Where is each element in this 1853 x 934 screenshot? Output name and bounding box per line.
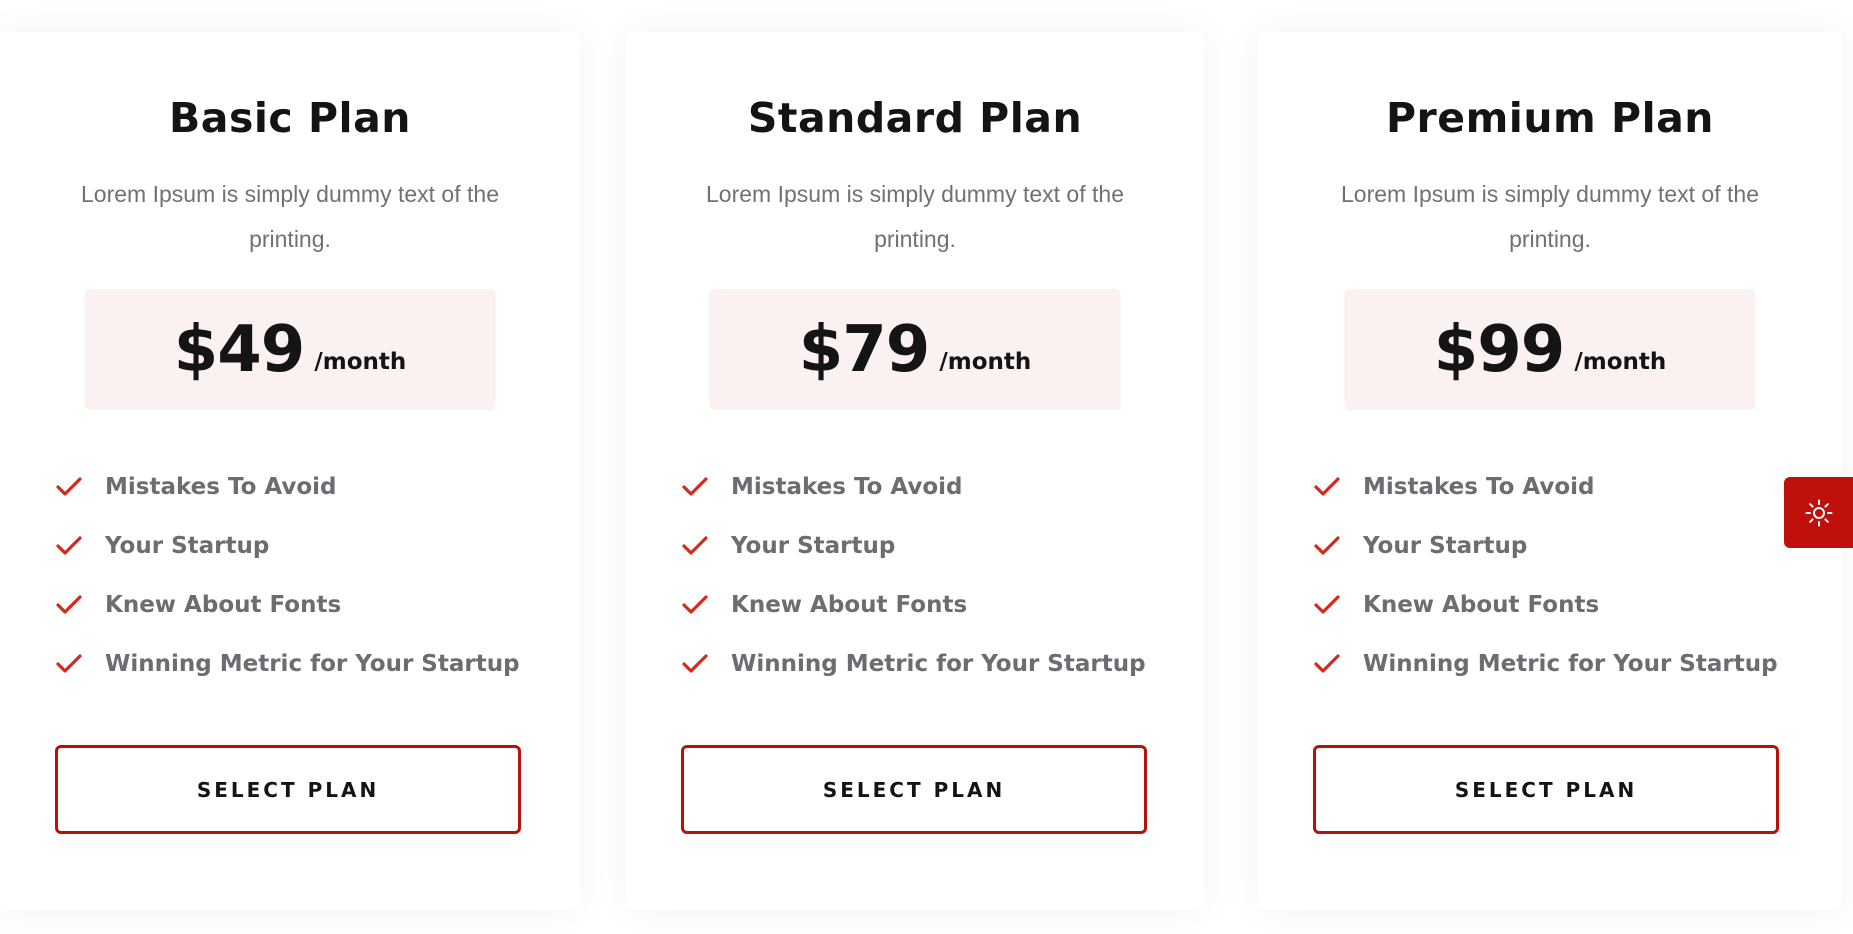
pricing-card-standard: Standard Plan Lorem Ipsum is simply dumm… xyxy=(626,32,1204,910)
feature-item: Winning Metric for Your Startup xyxy=(1313,634,1778,693)
check-icon xyxy=(56,653,82,673)
feature-item: Your Startup xyxy=(681,516,1146,575)
sun-icon xyxy=(1805,499,1832,526)
feature-label: Winning Metric for Your Startup xyxy=(105,650,520,677)
check-icon xyxy=(1314,535,1340,555)
feature-item: Mistakes To Avoid xyxy=(681,457,1146,516)
feature-item: Knew About Fonts xyxy=(1313,575,1778,634)
feature-list: Mistakes To Avoid Your Startup Knew Abou… xyxy=(681,457,1146,693)
feature-item: Mistakes To Avoid xyxy=(1313,457,1778,516)
price-period: /month xyxy=(314,348,407,375)
feature-item: Winning Metric for Your Startup xyxy=(681,634,1146,693)
feature-item: Knew About Fonts xyxy=(55,575,520,634)
feature-item: Winning Metric for Your Startup xyxy=(55,634,520,693)
feature-item: Your Startup xyxy=(1313,516,1778,575)
select-plan-button[interactable]: SELECT PLAN xyxy=(681,745,1147,834)
price-box: $49 /month xyxy=(84,289,496,410)
feature-item: Mistakes To Avoid xyxy=(55,457,520,516)
price-amount: $79 xyxy=(798,312,931,387)
select-plan-button[interactable]: SELECT PLAN xyxy=(1313,745,1779,834)
feature-label: Mistakes To Avoid xyxy=(731,473,963,500)
feature-label: Winning Metric for Your Startup xyxy=(731,650,1146,677)
feature-label: Knew About Fonts xyxy=(1363,591,1600,618)
feature-label: Your Startup xyxy=(731,532,896,559)
feature-list: Mistakes To Avoid Your Startup Knew Abou… xyxy=(55,457,520,693)
feature-label: Your Startup xyxy=(105,532,270,559)
check-icon xyxy=(682,594,708,614)
plan-description: Lorem Ipsum is simply dummy text of the … xyxy=(706,181,1124,252)
price-period: /month xyxy=(939,348,1032,375)
plan-description: Lorem Ipsum is simply dummy text of the … xyxy=(1341,181,1759,252)
feature-item: Your Startup xyxy=(55,516,520,575)
check-icon xyxy=(682,653,708,673)
plan-description: Lorem Ipsum is simply dummy text of the … xyxy=(81,181,499,252)
plan-title: Premium Plan xyxy=(1386,94,1714,142)
check-icon xyxy=(682,476,708,496)
select-plan-button[interactable]: SELECT PLAN xyxy=(55,745,521,834)
feature-label: Knew About Fonts xyxy=(731,591,968,618)
feature-label: Winning Metric for Your Startup xyxy=(1363,650,1778,677)
price-box: $99 /month xyxy=(1344,289,1756,410)
feature-label: Your Startup xyxy=(1363,532,1528,559)
price-amount: $49 xyxy=(173,312,306,387)
pricing-card-basic: Basic Plan Lorem Ipsum is simply dummy t… xyxy=(0,32,580,910)
pricing-section: Basic Plan Lorem Ipsum is simply dummy t… xyxy=(0,0,1853,934)
check-icon xyxy=(1314,594,1340,614)
feature-label: Mistakes To Avoid xyxy=(105,473,337,500)
price-period: /month xyxy=(1574,348,1667,375)
price-box: $79 /month xyxy=(709,289,1121,410)
check-icon xyxy=(56,594,82,614)
feature-item: Knew About Fonts xyxy=(681,575,1146,634)
theme-toggle-button[interactable] xyxy=(1784,477,1853,548)
feature-list: Mistakes To Avoid Your Startup Knew Abou… xyxy=(1313,457,1778,693)
feature-label: Knew About Fonts xyxy=(105,591,342,618)
plan-title: Basic Plan xyxy=(169,94,411,142)
check-icon xyxy=(1314,653,1340,673)
price-amount: $99 xyxy=(1433,312,1566,387)
check-icon xyxy=(56,535,82,555)
check-icon xyxy=(56,476,82,496)
pricing-card-premium: Premium Plan Lorem Ipsum is simply dummy… xyxy=(1258,32,1842,910)
plan-title: Standard Plan xyxy=(747,94,1083,142)
check-icon xyxy=(1314,476,1340,496)
feature-label: Mistakes To Avoid xyxy=(1363,473,1595,500)
check-icon xyxy=(682,535,708,555)
